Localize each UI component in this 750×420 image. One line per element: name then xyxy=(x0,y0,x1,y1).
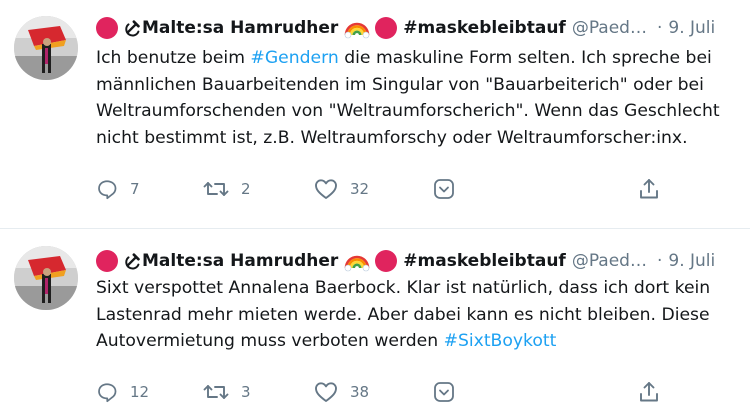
author-name-hashtag[interactable]: #maskebleibtauf xyxy=(403,16,566,40)
text-segment: Ich benutze beim xyxy=(96,48,251,68)
red-circle-icon xyxy=(375,17,398,39)
reply-button[interactable]: 12 xyxy=(96,381,149,403)
share-icon xyxy=(640,382,658,402)
author-name-hashtag[interactable]: #maskebleibtauf xyxy=(403,249,566,273)
share-icon xyxy=(640,179,658,199)
separator: · xyxy=(656,251,663,271)
red-circle-icon xyxy=(96,250,118,272)
like-count: 32 xyxy=(350,180,370,198)
reply-button[interactable]: 7 xyxy=(96,178,140,200)
like-count: 38 xyxy=(350,383,370,401)
tweet-date[interactable]: 9. Juli xyxy=(668,16,715,40)
avatar[interactable] xyxy=(14,246,78,310)
more-menu-button[interactable] xyxy=(433,381,455,403)
tweet-text: Ich benutze beim #Gendern die maskuline … xyxy=(96,45,732,151)
hammer-sickle-icon xyxy=(125,253,140,270)
retweet-button[interactable]: 3 xyxy=(203,381,251,403)
tweet-date[interactable]: 9. Juli xyxy=(668,249,715,273)
reply-icon xyxy=(98,180,117,200)
reply-count: 12 xyxy=(130,383,150,401)
retweet-icon xyxy=(203,385,229,399)
text-segment: Sixt verspottet Annalena Baerbock. Klar … xyxy=(96,278,711,351)
like-icon xyxy=(315,179,337,199)
like-icon xyxy=(315,382,337,402)
tweet[interactable]: Malte:sa Hamrudher #maskebleibtauf @Paed… xyxy=(0,229,750,420)
more-menu-button[interactable] xyxy=(433,178,455,200)
like-button[interactable]: 38 xyxy=(314,381,369,403)
separator: · xyxy=(656,18,663,38)
chevron-menu-icon xyxy=(434,382,454,402)
author-handle[interactable]: @Paed… xyxy=(572,249,647,273)
retweet-icon xyxy=(203,182,229,196)
tweet[interactable]: Malte:sa Hamrudher #maskebleibtauf @Paed… xyxy=(0,0,750,228)
retweet-button[interactable]: 2 xyxy=(203,178,251,200)
tweet-header: Malte:sa Hamrudher #maskebleibtauf @Paed… xyxy=(96,16,730,40)
rainbow-icon xyxy=(344,255,370,272)
rainbow-icon xyxy=(344,22,370,39)
share-button[interactable] xyxy=(638,381,660,403)
red-circle-icon xyxy=(96,17,118,39)
author-name[interactable]: Malte:sa Hamrudher xyxy=(142,249,338,273)
hashtag-link[interactable]: #SixtBoykott xyxy=(444,331,557,351)
action-bar: 7 2 32 xyxy=(96,178,676,202)
hashtag-link[interactable]: #Gendern xyxy=(250,48,338,68)
share-button[interactable] xyxy=(638,178,660,200)
tweet-header: Malte:sa Hamrudher #maskebleibtauf @Paed… xyxy=(96,249,730,273)
like-button[interactable]: 32 xyxy=(314,178,369,200)
hammer-sickle-icon xyxy=(125,20,140,37)
action-bar: 12 3 38 xyxy=(96,381,676,405)
avatar[interactable] xyxy=(14,16,78,80)
red-circle-icon xyxy=(375,250,398,272)
author-name[interactable]: Malte:sa Hamrudher xyxy=(142,16,338,40)
reply-count: 7 xyxy=(130,180,140,198)
tweet-text: Sixt verspottet Annalena Baerbock. Klar … xyxy=(96,275,732,355)
retweet-count: 2 xyxy=(241,180,251,198)
retweet-count: 3 xyxy=(241,383,251,401)
chevron-menu-icon xyxy=(434,179,454,199)
reply-icon xyxy=(98,383,117,403)
author-handle[interactable]: @Paed… xyxy=(572,16,647,40)
